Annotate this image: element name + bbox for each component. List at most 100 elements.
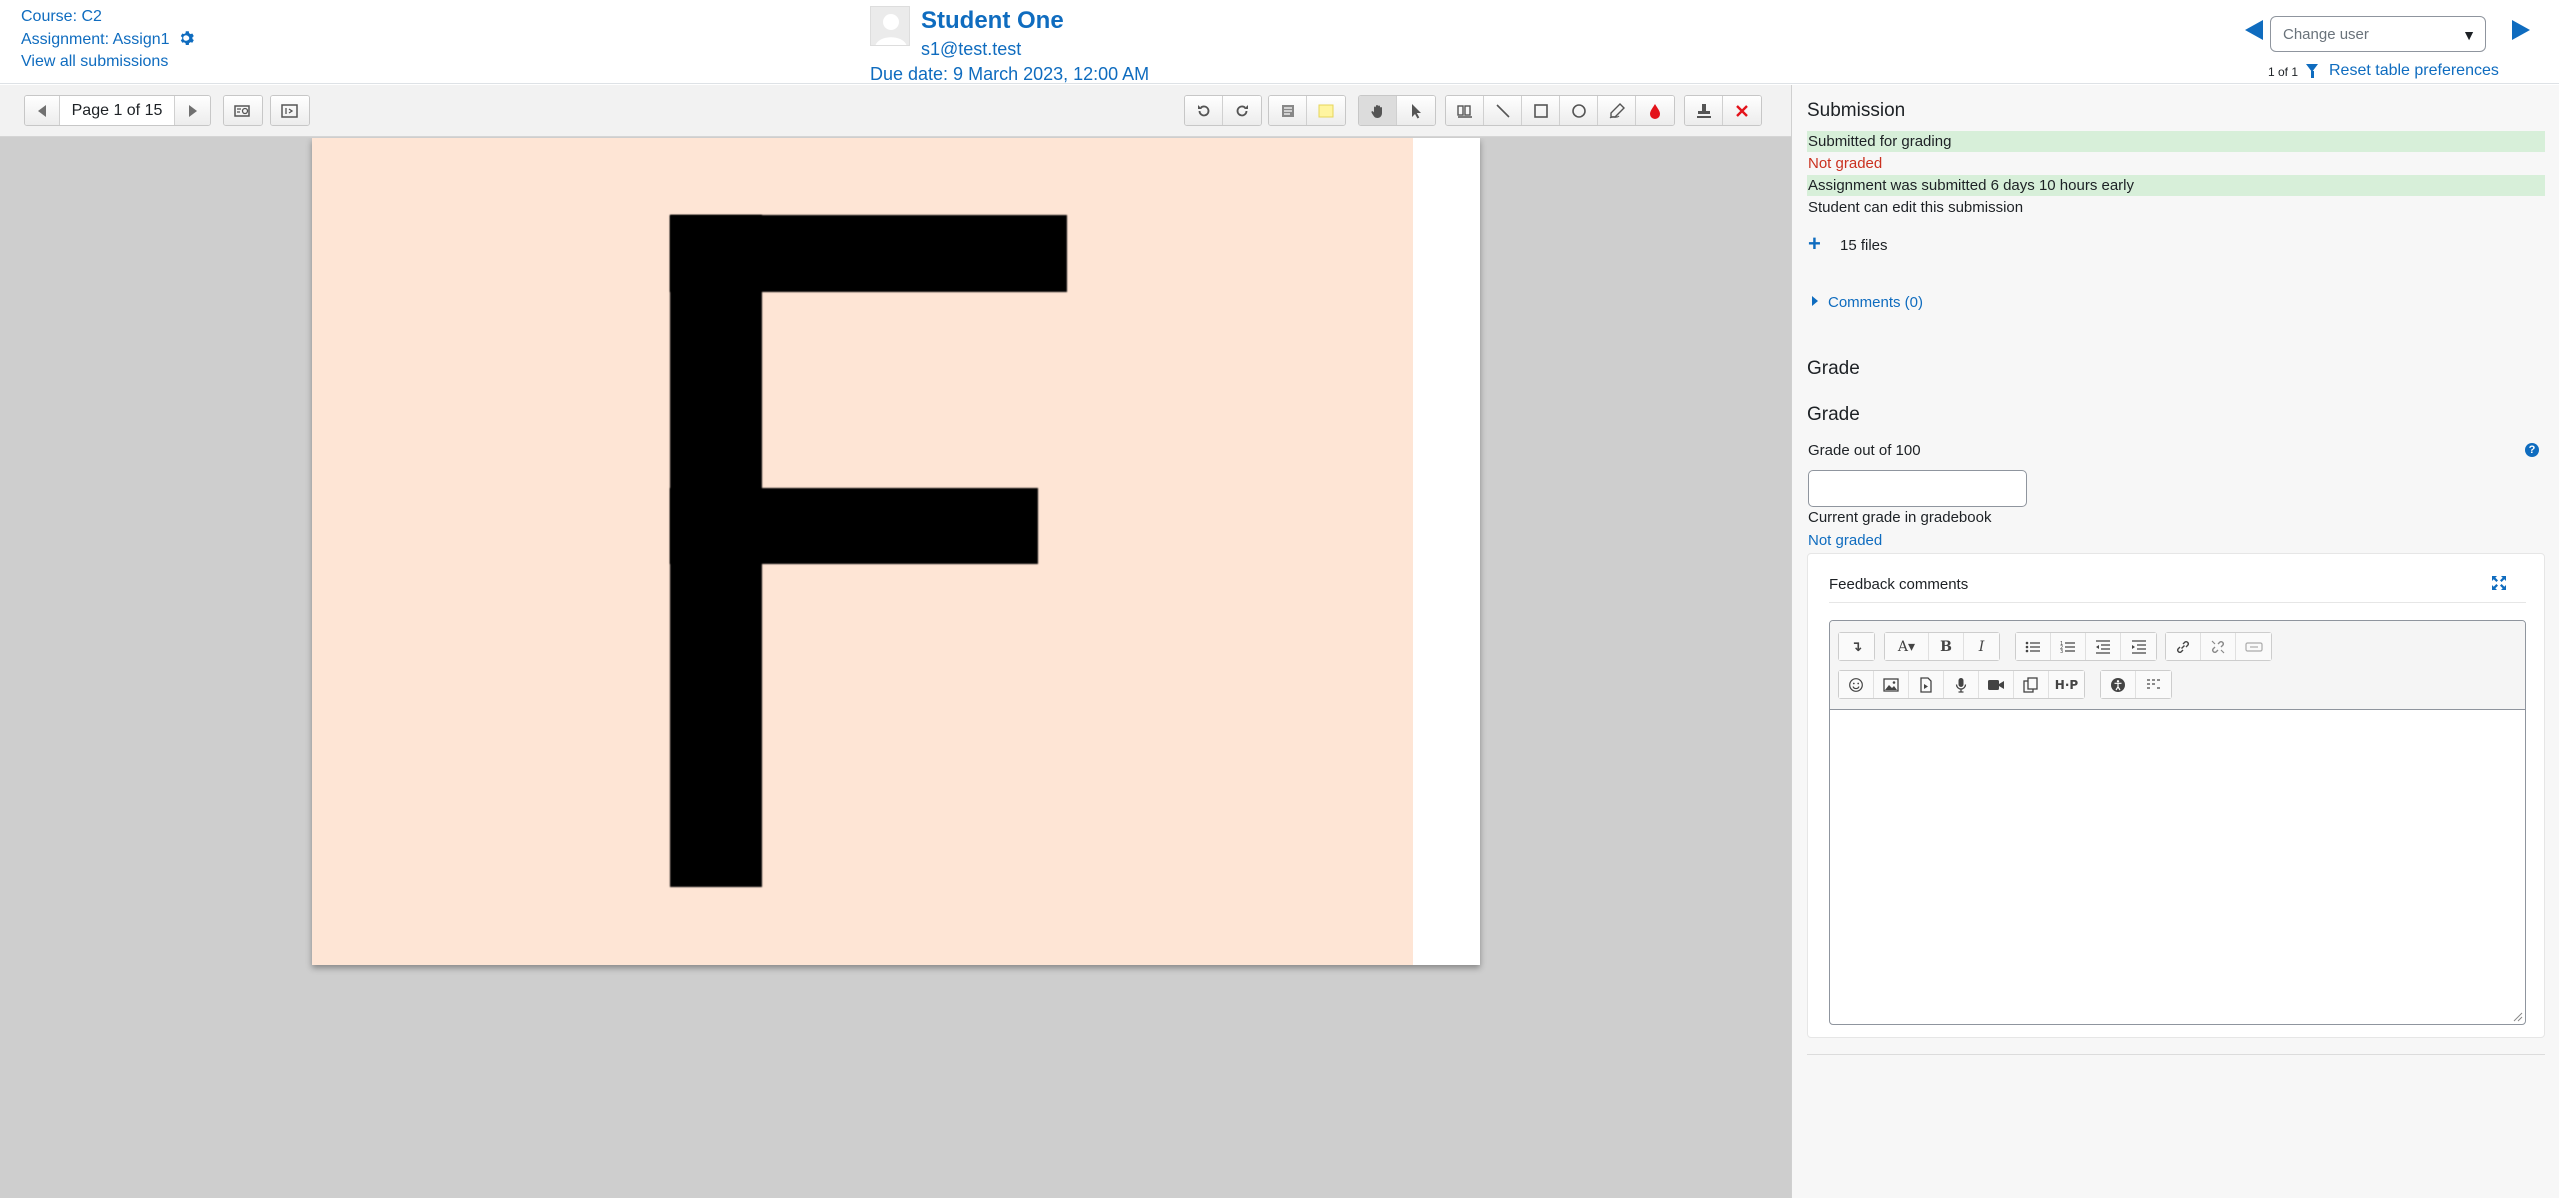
indent-icon[interactable]: [2121, 633, 2156, 660]
rectangle-tool-button[interactable]: [1522, 96, 1560, 125]
select-tool-button[interactable]: [1397, 96, 1435, 125]
assignment-link[interactable]: Assignment: Assign1: [21, 31, 170, 48]
screenreader-helper-icon[interactable]: [2136, 671, 2171, 698]
italic-icon[interactable]: I: [1964, 633, 1999, 660]
comment-icon: [1456, 104, 1472, 118]
editor-toolbar: ↴ A▾ B I 123 H·P: [1830, 621, 2525, 710]
pan-tool-button[interactable]: [1359, 96, 1397, 125]
search-comments-button[interactable]: [224, 96, 262, 125]
pen-icon: [1609, 102, 1625, 118]
oval-icon: [1571, 103, 1586, 118]
avatar[interactable]: [870, 6, 910, 46]
user-count: 1 of 1: [2268, 65, 2299, 79]
manage-files-icon[interactable]: [2014, 671, 2049, 698]
stamp-group: [1684, 95, 1762, 126]
rectangle-icon: [1533, 103, 1548, 118]
help-question-icon[interactable]: ?: [2525, 443, 2539, 457]
pdf-page-content: [312, 138, 1413, 965]
unlink-icon[interactable]: [2201, 633, 2236, 660]
student-name-link[interactable]: Student One: [921, 7, 1064, 35]
annotation-toolbar: Page 1 of 15: [0, 85, 1791, 137]
grade-section-heading: Grade: [1807, 358, 1860, 379]
link-icon[interactable]: [2166, 633, 2201, 660]
divider: [1807, 1054, 2545, 1055]
h5p-icon[interactable]: H·P: [2049, 671, 2084, 698]
paragraph-styles-icon[interactable]: A▾: [1885, 633, 1929, 660]
emoji-icon[interactable]: [1839, 671, 1874, 698]
svg-text:3: 3: [2060, 649, 2063, 654]
student-email-link[interactable]: s1@test.test: [921, 39, 1021, 60]
grader-header: Course: C2 Assignment: Assign1 View all …: [0, 0, 2559, 84]
stamp-tool-button[interactable]: [1685, 96, 1723, 125]
ordered-list-icon[interactable]: 123: [2051, 633, 2086, 660]
expand-plus-icon[interactable]: +: [1808, 233, 1821, 255]
caret-right-icon: [1812, 296, 1818, 306]
submission-heading: Submission: [1807, 100, 1906, 121]
grade-subheading: Grade: [1807, 404, 1860, 425]
page-select[interactable]: Page 1 of 15: [60, 96, 175, 125]
edit-status: Student can edit this submission: [1808, 199, 2024, 216]
filter-icon[interactable]: [2306, 64, 2318, 78]
media-file-icon[interactable]: [1909, 671, 1944, 698]
unordered-list-icon[interactable]: [2016, 633, 2051, 660]
pan-select-group: [1358, 95, 1436, 126]
next-user-arrow-icon[interactable]: [2512, 20, 2530, 40]
video-camera-icon[interactable]: [1979, 671, 2014, 698]
list-group: 123: [2015, 632, 2157, 661]
pdf-page[interactable]: [312, 138, 1480, 965]
feedback-comments-section: Feedback comments ↴ A▾ B I 1 2 3 H·P: [1807, 553, 2545, 1038]
close-red-icon: [1736, 104, 1748, 117]
media-group: H·P: [1838, 670, 2085, 699]
editor-content-area[interactable]: [1830, 711, 2525, 1024]
view-all-submissions-link[interactable]: View all submissions: [21, 53, 168, 70]
rotate-right-button[interactable]: [1223, 96, 1261, 125]
rotate-left-button[interactable]: [1185, 96, 1223, 125]
grade-input[interactable]: [1808, 470, 2027, 507]
change-user-select[interactable]: Change user ▼: [2270, 16, 2486, 52]
pen-tool-button[interactable]: [1598, 96, 1636, 125]
gear-icon[interactable]: [178, 30, 194, 46]
previous-page-button[interactable]: [25, 96, 60, 125]
show-more-buttons-icon[interactable]: ↴: [1839, 633, 1874, 660]
microphone-icon[interactable]: [1944, 671, 1979, 698]
collapse-panel-button[interactable]: [271, 96, 309, 125]
comments-label: Comments (0): [1828, 294, 1924, 311]
oval-tool-button[interactable]: [1560, 96, 1598, 125]
grade-out-of-label: Grade out of 100: [1808, 442, 1921, 459]
course-link[interactable]: Course: C2: [21, 8, 102, 25]
next-page-button[interactable]: [175, 96, 210, 125]
due-date: Due date: 9 March 2023, 12:00 AM: [870, 64, 1150, 84]
delete-annotation-button[interactable]: [1723, 96, 1761, 125]
resize-handle-icon[interactable]: [2513, 1012, 2523, 1022]
toolbar-toggle-group: ↴: [1838, 632, 1875, 661]
letter-f-graphic: [312, 138, 1413, 965]
outdent-icon[interactable]: [2086, 633, 2121, 660]
divider: [1829, 602, 2526, 603]
feedback-editor: ↴ A▾ B I 123 H·P: [1829, 620, 2526, 1025]
triangle-right-icon: [188, 104, 197, 117]
comment-color-button[interactable]: [1307, 96, 1345, 125]
accessibility-checker-icon[interactable]: [2101, 671, 2136, 698]
link-group: [2165, 632, 2272, 661]
change-user-placeholder: Change user: [2283, 26, 2369, 43]
user-placeholder-icon: [871, 7, 909, 45]
expand-icon[interactable]: [2491, 575, 2507, 591]
triangle-left-icon: [38, 104, 46, 117]
reset-table-preferences-link[interactable]: Reset table preferences: [2329, 62, 2499, 80]
bold-icon[interactable]: B: [1929, 633, 1964, 660]
line-tool-button[interactable]: [1484, 96, 1522, 125]
document-viewport[interactable]: [0, 138, 1791, 1198]
submission-status: Submitted for grading: [1807, 131, 2545, 152]
stamp-icon: [1696, 103, 1711, 118]
comments-toggle-link[interactable]: Comments (0): [1812, 294, 1923, 311]
image-icon[interactable]: [1874, 671, 1909, 698]
comment-tool-button[interactable]: [1446, 96, 1484, 125]
rotate-right-icon: [1236, 104, 1248, 116]
highlighter-color-button[interactable]: [1636, 96, 1674, 125]
comment-search-button[interactable]: [1269, 96, 1307, 125]
current-grade-link[interactable]: Not graded: [1808, 532, 1882, 549]
previous-user-arrow-icon[interactable]: [2245, 20, 2263, 40]
current-grade-label: Current grade in gradebook: [1808, 509, 1992, 526]
files-count-label: 15 files: [1840, 237, 1888, 254]
no-autolink-icon[interactable]: [2236, 633, 2271, 660]
